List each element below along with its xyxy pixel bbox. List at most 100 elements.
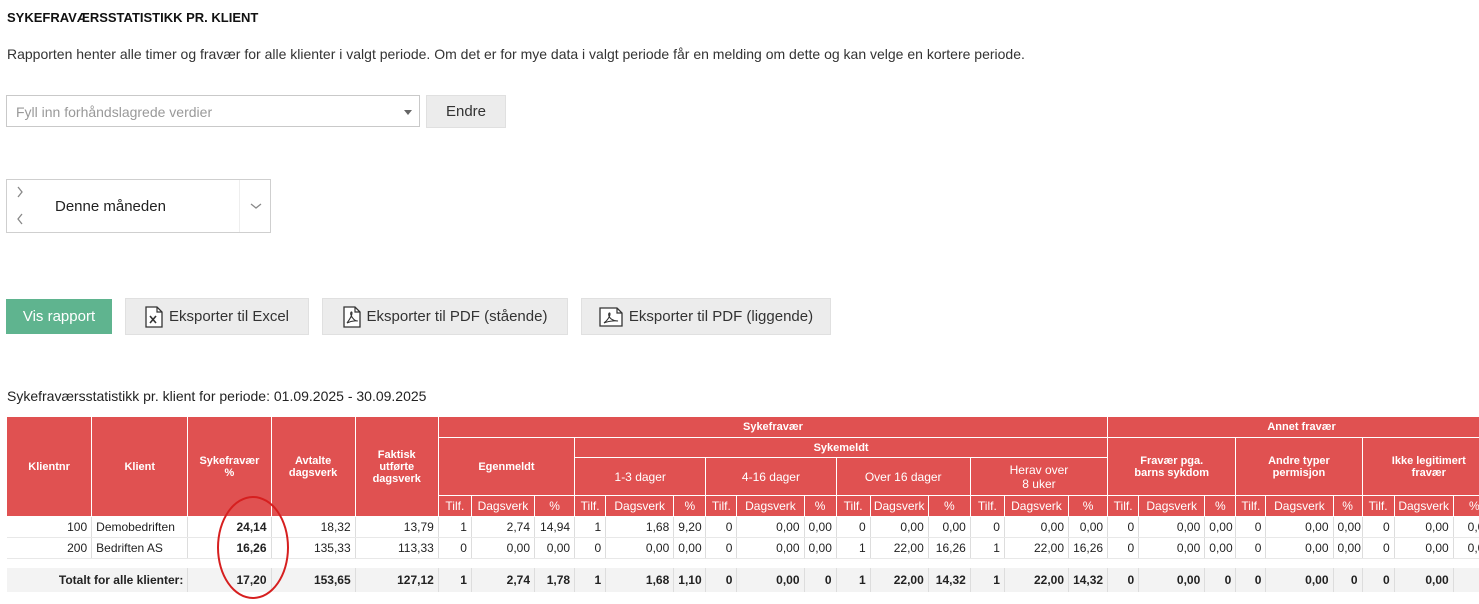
cell-value: 9,20 <box>673 516 707 538</box>
cell-value: 22,00 <box>1004 537 1070 559</box>
change-button[interactable]: Endre <box>426 95 506 128</box>
group-sykemeldt: Sykemeldt <box>574 437 1109 458</box>
cell-value: 22,00 <box>870 537 929 559</box>
cell-clientnr: 100 <box>6 516 93 538</box>
show-report-button[interactable]: Vis rapport <box>6 299 112 334</box>
subcol-dagsverk[interactable]: Dagsverk <box>869 495 929 517</box>
total-value: 14,32 <box>928 568 971 592</box>
group-ikke-legitimert-line2: fravær <box>1411 466 1446 479</box>
cell-clientnr: 200 <box>6 537 93 559</box>
pdf-landscape-icon <box>599 306 623 327</box>
chevron-left-icon[interactable] <box>16 213 24 225</box>
group-herav-line1: Herav over <box>1009 462 1069 477</box>
export-excel-button[interactable]: Eksporter til Excel <box>125 298 309 335</box>
cell-value: 0 <box>1235 537 1267 559</box>
total-value: 2,74 <box>471 568 536 592</box>
subcol-pct[interactable]: % <box>1204 495 1237 517</box>
subcol-tilf[interactable]: Tilf. <box>835 495 871 517</box>
total-value: 0,00 <box>736 568 805 592</box>
page-title: SYKEFRAVÆRSSTATISTIKK PR. KLIENT <box>7 10 259 25</box>
cell-value: 0,00 <box>870 516 929 538</box>
col-actual[interactable]: Faktisk utførte dagsverk <box>354 416 439 517</box>
subcol-tilf[interactable]: Tilf. <box>1107 495 1140 517</box>
subcol-pct[interactable]: % <box>673 495 707 517</box>
total-actual: 127,12 <box>355 568 439 592</box>
col-agreed-line2: dagsverk <box>288 466 338 479</box>
subcol-tilf[interactable]: Tilf. <box>1235 495 1267 517</box>
cell-value: 0,00 <box>804 516 837 538</box>
export-pdf-portrait-button[interactable]: Eksporter til PDF (stående) <box>322 298 568 335</box>
col-agreed-line1: Avtalte <box>294 454 332 467</box>
total-value: 0 <box>1204 568 1237 592</box>
period-dropdown-toggle[interactable] <box>239 180 272 232</box>
excel-file-icon <box>145 305 163 328</box>
export-pdf-landscape-button[interactable]: Eksporter til PDF (liggende) <box>581 298 831 335</box>
cell-value: 0 <box>1107 516 1140 538</box>
cell-value: 0 <box>438 537 472 559</box>
subcol-tilf[interactable]: Tilf. <box>437 495 472 517</box>
total-value: 1 <box>574 568 607 592</box>
cell-value: 1 <box>438 516 472 538</box>
subcol-pct[interactable]: % <box>803 495 837 517</box>
cell-value: 0,00 <box>1265 537 1334 559</box>
period-selector[interactable]: Denne måneden <box>6 179 271 233</box>
total-value: 1 <box>836 568 871 592</box>
cell-value: 0 <box>836 516 871 538</box>
group-herav-line2: 8 uker <box>1022 476 1056 491</box>
cell-value: 0,00 <box>1453 516 1479 538</box>
subcol-tilf[interactable]: Tilf. <box>969 495 1005 517</box>
col-sick-pct-line1: Sykefravær <box>199 454 260 467</box>
total-value: 1,10 <box>673 568 707 592</box>
cell-value: 0,00 <box>1333 516 1363 538</box>
total-value: 1,78 <box>534 568 576 592</box>
total-label: Totalt for alle klienter: <box>6 568 189 592</box>
col-actual-line1: Faktisk <box>377 448 416 461</box>
subcol-pct[interactable]: % <box>927 495 971 517</box>
cell-value: 0,00 <box>1204 537 1237 559</box>
preset-select[interactable]: Fyll inn forhåndslagrede verdier <box>6 95 420 127</box>
group-andre-permisjon: Andre typer permisjon <box>1235 437 1363 496</box>
group-andre-permisjon-line1: Andre typer <box>1268 454 1330 467</box>
subcol-pct[interactable]: % <box>1068 495 1109 517</box>
cell-client: Bedriften AS <box>91 537 189 559</box>
subcol-pct[interactable]: % <box>1332 495 1363 517</box>
col-client[interactable]: Klient <box>91 416 189 517</box>
cell-value: 0 <box>1235 516 1267 538</box>
cell-value: 0 <box>574 537 607 559</box>
cell-value: 1 <box>970 537 1005 559</box>
col-clientnr[interactable]: Klientnr <box>5 416 93 517</box>
subcol-dagsverk[interactable]: Dagsverk <box>1003 495 1070 517</box>
chevron-right-icon[interactable] <box>16 186 24 198</box>
total-value: 0 <box>1333 568 1363 592</box>
cell-value: 0,00 <box>1138 537 1206 559</box>
subcol-dagsverk[interactable]: Dagsverk <box>1393 495 1454 517</box>
subcol-dagsverk[interactable]: Dagsverk <box>1138 495 1206 517</box>
col-agreed[interactable]: Avtalte dagsverk <box>270 416 356 517</box>
total-value: 0 <box>1453 568 1479 592</box>
total-value: 0,00 <box>1394 568 1454 592</box>
subcol-tilf[interactable]: Tilf. <box>705 495 738 517</box>
group-barns-sykdom-line1: Fravær pga. <box>1140 454 1204 467</box>
cell-value: 0 <box>1107 537 1140 559</box>
cell-value: 0,00 <box>1265 516 1334 538</box>
subcol-tilf[interactable]: Tilf. <box>1361 495 1395 517</box>
subcol-dagsverk[interactable]: Dagsverk <box>1265 495 1334 517</box>
subcol-pct[interactable]: % <box>1452 495 1479 517</box>
total-value: 14,32 <box>1068 568 1109 592</box>
total-value: 22,00 <box>870 568 929 592</box>
cell-value: 16,26 <box>928 537 971 559</box>
subcol-dagsverk[interactable]: Dagsverk <box>470 495 536 517</box>
total-value: 0,00 <box>1265 568 1334 592</box>
subcol-dagsverk[interactable]: Dagsverk <box>605 495 675 517</box>
subcol-tilf[interactable]: Tilf. <box>574 495 607 517</box>
total-value: 0 <box>1107 568 1140 592</box>
cell-actual: 13,79 <box>355 516 439 538</box>
col-actual-line2: utførte <box>379 460 415 473</box>
subcol-pct[interactable]: % <box>533 495 576 517</box>
total-value: 22,00 <box>1004 568 1070 592</box>
group-ikke-legitimert-line1: Ikke legitimert <box>1391 454 1466 467</box>
cell-value: 1,68 <box>605 516 675 538</box>
group-4-16-dager: 4-16 dager <box>705 457 837 496</box>
subcol-dagsverk[interactable]: Dagsverk <box>736 495 805 517</box>
total-value: 1 <box>970 568 1005 592</box>
